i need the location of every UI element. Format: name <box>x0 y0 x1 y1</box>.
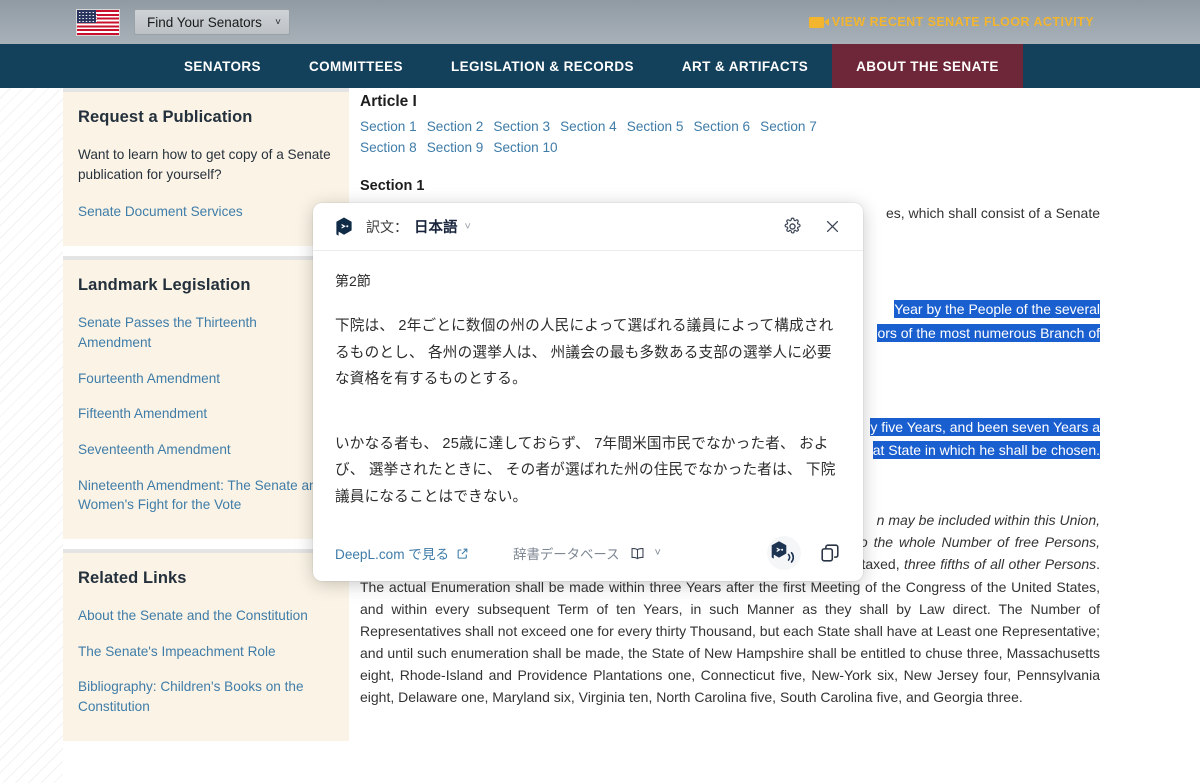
section-link-8[interactable]: Section 8 <box>360 140 417 155</box>
panel-title: Request a Publication <box>78 108 253 126</box>
chevron-down-icon[interactable]: ˅ <box>465 221 471 233</box>
nav-item-about-the-senate[interactable]: ABOUT THE SENATE <box>832 44 1023 88</box>
section-1-heading: Section 1 <box>360 177 425 194</box>
nav-item-legislation-records[interactable]: LEGISLATION & RECORDS <box>427 44 658 88</box>
main-navigation: SENATORS COMMITTEES LEGISLATION & RECORD… <box>0 44 1200 88</box>
link-nineteenth-amendment[interactable]: Nineteenth Amendment: The Senate and Wom… <box>78 476 331 515</box>
link-bibliography-childrens-books[interactable]: Bibliography: Children's Books on the Co… <box>78 677 331 716</box>
chevron-down-icon: ˅ <box>275 16 281 28</box>
panel-text: Want to learn how to get copy of a Senat… <box>78 147 331 182</box>
deepl-translation-popup: 訳文： 日本語 ˅ 第2節 下院は、 2年ごとに数個の州の人民によって選ばれる議… <box>313 203 863 581</box>
section-link-7[interactable]: Section 7 <box>760 119 817 134</box>
panel-title: Related Links <box>78 569 187 588</box>
section-link-3[interactable]: Section 3 <box>493 119 550 134</box>
link-about-senate-constitution[interactable]: About the Senate and the Constitution <box>78 606 331 626</box>
selection-highlight-2b: at State in which he shall be chosen. <box>872 441 1100 460</box>
dictionary-database-label: 辞書データベース <box>513 547 620 562</box>
link-fifteenth-amendment[interactable]: Fifteenth Amendment <box>78 404 331 424</box>
deepl-com-link-label: DeepL.com で見る <box>335 547 450 562</box>
selection-highlight-1a: Year by the People of the several <box>894 300 1100 319</box>
section-link-4[interactable]: Section 4 <box>560 119 617 134</box>
find-your-senators-select[interactable]: Find Your Senators ˅ <box>134 9 290 35</box>
top-utility-bar: Find Your Senators ˅ VIEW RECENT SENATE … <box>0 0 1200 44</box>
chevron-down-icon: ˅ <box>654 547 661 559</box>
translation-heading: 第2節 <box>335 273 371 289</box>
sidebar-panel-related-links: Related Links About the Senate and the C… <box>63 549 349 741</box>
link-seventeenth-amendment[interactable]: Seventeenth Amendment <box>78 440 331 460</box>
sidebar-panel-request-a-publication: Request a Publication Want to learn how … <box>63 88 349 247</box>
deepl-popup-header: 訳文： 日本語 ˅ <box>313 203 863 251</box>
sidebar: Request a Publication Want to learn how … <box>63 88 349 751</box>
article-heading: Article I <box>360 93 417 110</box>
section-link-9[interactable]: Section 9 <box>427 140 484 155</box>
section-links: Section 1 Section 2 Section 3 Section 4 Sect… <box>360 116 1100 159</box>
us-flag-icon <box>76 8 120 36</box>
paragraph-italic-2: three fifths of all other Persons <box>903 556 1097 573</box>
section-link-5[interactable]: Section 5 <box>627 119 684 134</box>
video-camera-icon <box>808 16 829 28</box>
section-link-10[interactable]: Section 10 <box>493 140 557 155</box>
book-icon <box>631 547 644 559</box>
link-thirteenth-amendment[interactable]: Senate Passes the Thirteenth Amendment <box>78 313 331 352</box>
nav-item-art-artifacts[interactable]: ART & ARTIFACTS <box>658 44 832 88</box>
selection-highlight-2a: y five Years, and been seven Years a <box>870 417 1100 436</box>
deepl-logo-icon <box>336 216 352 236</box>
external-link-icon <box>457 548 468 559</box>
section-1-visible-tail: es, which shall consist of a Senate <box>885 204 1100 221</box>
section-link-6[interactable]: Section 6 <box>693 119 750 134</box>
dictionary-database-selector[interactable]: 辞書データベース ˅ <box>513 543 661 563</box>
copy-icon[interactable] <box>819 542 841 564</box>
link-fourteenth-amendment[interactable]: Fourteenth Amendment <box>78 369 331 389</box>
selection-highlight-1b: ors of the most numerous Branch of <box>877 323 1100 342</box>
deepl-translation-label: 訳文： <box>366 218 408 235</box>
section-link-2[interactable]: Section 2 <box>427 119 484 134</box>
deepl-speak-icon[interactable] <box>767 536 801 570</box>
nav-item-committees[interactable]: COMMITTEES <box>285 44 427 88</box>
gear-icon[interactable] <box>779 214 805 240</box>
link-senate-document-services[interactable]: Senate Document Services <box>78 202 331 222</box>
deepl-com-link[interactable]: DeepL.com で見る <box>335 543 469 563</box>
sidebar-panel-landmark-legislation: Landmark Legislation Senate Passes the T… <box>63 256 349 540</box>
section-link-1[interactable]: Section 1 <box>360 119 417 134</box>
translation-paragraph-1: 下院は、 2年ごとに数個の州の人民によって選ばれる議員によって構成されるものとし… <box>335 318 834 388</box>
nav-item-senators[interactable]: SENATORS <box>160 44 285 88</box>
panel-title: Landmark Legislation <box>78 276 251 295</box>
find-your-senators-label: Find Your Senators <box>147 14 262 30</box>
link-senate-impeachment-role[interactable]: The Senate's Impeachment Role <box>78 642 331 662</box>
deepl-speak-glyph <box>771 541 794 563</box>
translation-paragraph-2: いかなる者も、 25歳に達しておらず、 7年間米国市民でなかった者、 および、 … <box>335 435 836 505</box>
floor-activity-label: VIEW RECENT SENATE FLOOR ACTIVITY <box>831 15 1094 29</box>
close-icon[interactable] <box>819 214 845 240</box>
deepl-target-language[interactable]: 日本語 <box>414 216 458 237</box>
view-recent-senate-floor-activity-link[interactable]: VIEW RECENT SENATE FLOOR ACTIVITY <box>808 15 1094 29</box>
deepl-popup-footer: DeepL.com で見る 辞書データベース ˅ <box>313 525 863 581</box>
deepl-translation-body: 第2節 下院は、 2年ごとに数個の州の人民によって選ばれる議員によって構成される… <box>313 251 863 525</box>
